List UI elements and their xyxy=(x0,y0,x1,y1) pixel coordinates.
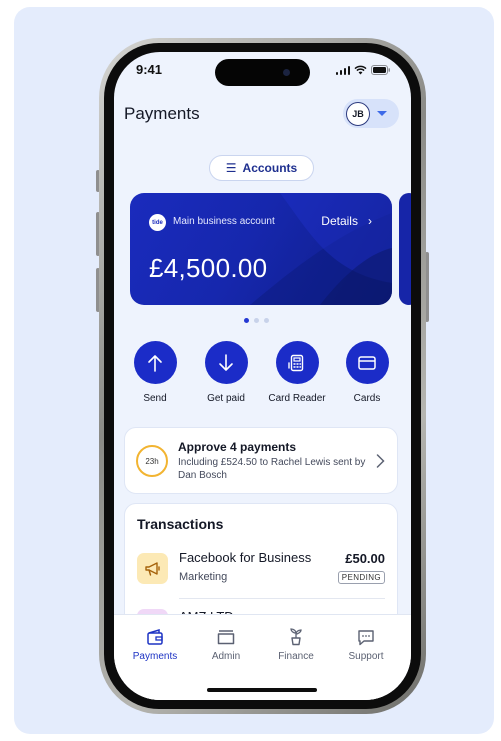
phone-screen: 9:41 Payments JB ☰ Accounts tide Main bu… xyxy=(114,52,411,700)
cards-button[interactable]: Cards xyxy=(327,341,407,404)
tab-finance[interactable]: Finance xyxy=(259,627,333,662)
carousel-dot xyxy=(254,318,259,323)
user-avatar: JB xyxy=(346,101,370,126)
chat-icon xyxy=(329,627,403,647)
signal-icon xyxy=(335,65,350,75)
card-reader-label: Card Reader xyxy=(268,393,326,404)
get-paid-label: Get paid xyxy=(207,393,245,404)
tab-support[interactable]: Support xyxy=(329,627,403,662)
status-time: 9:41 xyxy=(136,62,163,77)
card-reader-button[interactable]: Card Reader xyxy=(257,341,337,404)
credit-card-icon xyxy=(345,341,389,384)
timer-badge: 23h xyxy=(136,445,168,477)
card-reader-icon xyxy=(275,341,319,384)
tab-label: Admin xyxy=(211,651,241,662)
list-icon: ☰ xyxy=(225,161,237,175)
transaction-category: Marketing xyxy=(179,571,228,583)
account-card[interactable]: tide Main business account Details › £4,… xyxy=(130,193,392,305)
chevron-down-icon xyxy=(377,111,387,116)
chevron-right-icon: › xyxy=(361,214,372,228)
account-name: Main business account xyxy=(173,216,275,227)
tide-logo: tide xyxy=(149,214,166,231)
next-account-card[interactable] xyxy=(399,193,411,305)
status-badge: PENDING xyxy=(337,571,385,584)
arrow-down-icon xyxy=(204,341,248,384)
status-icons xyxy=(335,65,392,75)
plant-icon xyxy=(259,627,333,647)
details-label: Details xyxy=(321,214,358,228)
dynamic-island xyxy=(215,59,310,86)
battery-icon xyxy=(371,65,390,75)
tab-label: Support xyxy=(348,651,384,662)
details-link[interactable]: Details › xyxy=(321,214,372,228)
accounts-label: Accounts xyxy=(242,161,298,175)
carousel-indicator xyxy=(244,318,269,323)
tab-payments[interactable]: Payments xyxy=(118,627,192,662)
accounts-button[interactable]: ☰ Accounts xyxy=(209,155,314,181)
transaction-merchant[interactable]: Facebook for Business xyxy=(179,550,311,565)
folder-icon xyxy=(189,627,263,647)
tab-label: Payments xyxy=(132,651,178,662)
chevron-right-icon xyxy=(376,454,385,468)
arrow-up-icon xyxy=(133,341,177,384)
tab-admin[interactable]: Admin xyxy=(189,627,263,662)
user-menu-button[interactable]: JB xyxy=(343,99,399,128)
cards-label: Cards xyxy=(353,393,381,404)
transaction-amount: £50.00 xyxy=(345,551,385,566)
transactions-heading: Transactions xyxy=(137,516,224,532)
approve-payments-card[interactable]: 23h Approve 4 payments Including £524.50… xyxy=(124,427,398,494)
card-pattern xyxy=(250,193,392,305)
send-label: Send xyxy=(143,393,167,404)
wifi-icon xyxy=(354,65,367,75)
divider xyxy=(179,598,385,599)
send-button[interactable]: Send xyxy=(115,341,195,404)
account-balance: £4,500.00 xyxy=(149,253,268,283)
approve-title: Approve 4 payments xyxy=(178,440,297,454)
megaphone-icon xyxy=(137,553,168,584)
approve-subtitle: Including £524.50 to Rachel Lewis sent b… xyxy=(178,457,366,481)
page-title: Payments xyxy=(124,104,200,123)
get-paid-button[interactable]: Get paid xyxy=(186,341,266,404)
carousel-dot xyxy=(264,318,269,323)
tab-label: Finance xyxy=(278,651,314,662)
home-indicator xyxy=(207,688,317,692)
wallet-icon xyxy=(118,627,192,647)
carousel-dot-active xyxy=(244,318,249,323)
